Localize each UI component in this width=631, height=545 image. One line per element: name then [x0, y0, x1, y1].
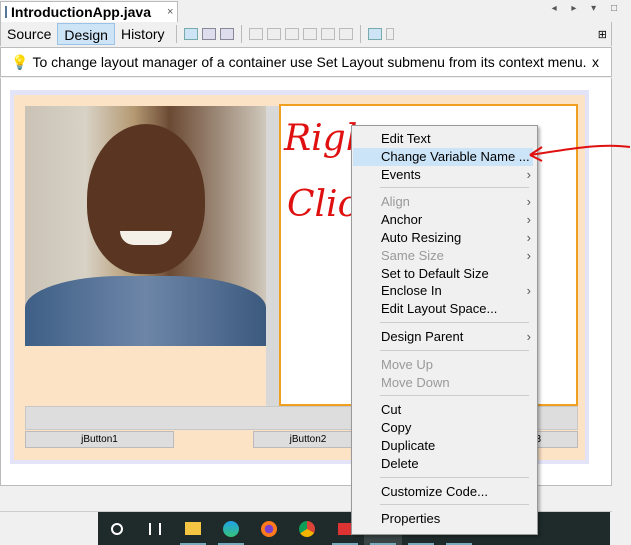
menu-item-label: Events	[381, 166, 421, 182]
menu-item-design-parent[interactable]: Design Parent ›	[353, 328, 533, 346]
align-bottom-icon[interactable]	[320, 28, 335, 40]
menu-item-auto-resizing[interactable]: Auto Resizing ›	[353, 229, 533, 247]
menu-item-label: Move Up	[381, 356, 434, 372]
menu-separator	[380, 187, 529, 189]
menu-item-move-down: Move Down	[353, 374, 533, 392]
submenu-arrow-icon: ›	[526, 283, 531, 299]
file-tab-title: IntroductionApp.java	[11, 4, 151, 20]
designer-toolbar: Source Design History ⊞	[0, 22, 612, 46]
menu-item-label: Align	[381, 194, 410, 210]
submenu-arrow-icon: ›	[526, 329, 531, 344]
firefox-icon[interactable]	[250, 512, 288, 545]
shirt-image	[25, 276, 266, 346]
submenu-arrow-icon: ›	[526, 194, 531, 210]
menu-item-same-size: Same Size ›	[353, 247, 533, 265]
menu-item-label: Delete	[381, 455, 419, 471]
horizontal-resize-icon[interactable]	[367, 28, 382, 40]
file-explorer-icon[interactable]	[174, 512, 212, 545]
photo-label[interactable]	[25, 106, 266, 346]
close-tab-icon[interactable]: ×	[167, 6, 173, 18]
menu-item-edit-layout-space[interactable]: Edit Layout Space...	[353, 300, 533, 318]
menu-item-copy[interactable]: Copy	[353, 419, 533, 437]
align-right-icon[interactable]	[266, 28, 281, 40]
tab-source[interactable]: Source	[1, 23, 57, 45]
submenu-arrow-icon: ›	[526, 247, 531, 263]
align-left-icon[interactable]	[248, 28, 263, 40]
menu-separator	[380, 476, 529, 478]
menu-item-move-up: Move Up	[353, 356, 533, 374]
chrome-icon[interactable]	[288, 512, 326, 545]
smile-image	[120, 231, 172, 245]
divider	[359, 25, 361, 43]
tab-design[interactable]: Design	[57, 23, 115, 45]
menu-item-cut[interactable]: Cut	[353, 401, 533, 419]
center-horizontal-icon[interactable]	[284, 28, 299, 40]
menu-item-label: Properties	[381, 511, 441, 527]
menu-item-label: Enclose In	[381, 283, 442, 299]
menu-item-label: Duplicate	[381, 438, 436, 453]
menu-item-label: Change Variable Name ...	[381, 148, 530, 164]
edge-icon[interactable]	[212, 512, 250, 545]
menu-item-enclose-in[interactable]: Enclose In ›	[353, 282, 533, 300]
jbutton2[interactable]: jButton2	[253, 431, 363, 448]
menu-item-align: Align ›	[353, 193, 533, 211]
menu-item-duplicate[interactable]: Duplicate	[353, 437, 533, 455]
menu-separator	[380, 349, 529, 351]
menu-item-set-to-default-size[interactable]: Set to Default Size	[353, 265, 533, 283]
red-arrow-icon	[529, 144, 631, 162]
selection-mode-icon[interactable]	[183, 28, 198, 40]
menu-item-customize-code[interactable]: Customize Code...	[353, 483, 533, 501]
submenu-arrow-icon: ›	[526, 166, 531, 182]
menu-item-label: Anchor	[381, 212, 423, 228]
file-tab[interactable]: IntroductionApp.java ×	[0, 1, 178, 22]
divider	[240, 25, 242, 43]
menu-item-label: Copy	[381, 420, 412, 436]
window-controls[interactable]: ◂ ▸ ▾ □	[552, 3, 623, 14]
submenu-arrow-icon: ›	[526, 212, 531, 228]
vertical-resize-icon[interactable]	[385, 28, 394, 40]
menu-item-delete[interactable]: Delete	[353, 455, 533, 473]
menu-item-label: Same Size	[381, 247, 444, 263]
menu-item-label: Edit Text	[381, 131, 431, 146]
menu-item-events[interactable]: Events ›	[353, 166, 533, 184]
menu-item-label: Set to Default Size	[381, 265, 489, 281]
menu-item-label: Cut	[381, 402, 402, 418]
align-top-icon[interactable]	[302, 28, 317, 40]
menu-item-label: Customize Code...	[381, 483, 488, 499]
tab-history[interactable]: History	[115, 23, 171, 45]
menu-item-label: Design Parent	[381, 329, 464, 344]
menu-item-edit-text[interactable]: Edit Text	[353, 130, 533, 148]
preview-design-icon[interactable]	[219, 28, 234, 40]
menu-separator	[380, 504, 529, 506]
menu-item-label: Move Down	[381, 374, 450, 390]
menu-item-label: Edit Layout Space...	[381, 301, 498, 317]
menu-item-change-variable-name[interactable]: Change Variable Name ...	[353, 147, 533, 166]
center-vertical-icon[interactable]	[338, 28, 353, 40]
menu-separator	[380, 395, 529, 397]
expand-icon[interactable]: ⊞	[598, 28, 607, 41]
lightbulb-icon: 💡	[11, 53, 29, 70]
task-view-icon[interactable]	[136, 512, 174, 545]
menu-separator	[380, 322, 529, 323]
face-image	[87, 124, 205, 274]
context-menu: Edit Text Change Variable Name ... Events ›…	[351, 125, 538, 535]
panel-divider	[266, 106, 279, 406]
hint-text: To change layout manager of a container …	[32, 54, 587, 70]
menu-item-properties[interactable]: Properties	[353, 510, 533, 528]
submenu-arrow-icon: ›	[526, 230, 531, 245]
menu-item-label: Auto Resizing	[381, 230, 462, 245]
editor-tab-bar: IntroductionApp.java × ◂ ▸ ▾ □	[0, 0, 631, 22]
jbutton1[interactable]: jButton1	[25, 431, 174, 448]
java-file-icon	[5, 6, 7, 18]
divider	[175, 25, 177, 43]
hint-bar: 💡 To change layout manager of a containe…	[0, 47, 612, 77]
search-circle-icon[interactable]	[98, 512, 136, 545]
connection-mode-icon[interactable]	[201, 28, 216, 40]
menu-item-anchor[interactable]: Anchor ›	[353, 211, 533, 229]
hint-close-button[interactable]: x	[592, 54, 599, 70]
